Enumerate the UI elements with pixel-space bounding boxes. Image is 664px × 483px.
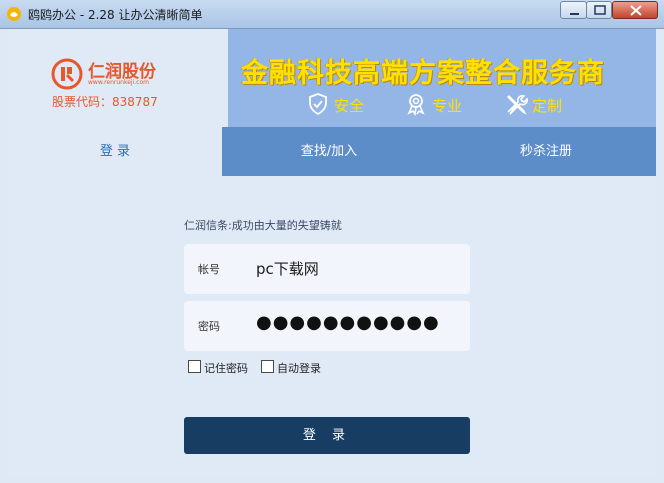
feature-professional-label: 专业 [432,97,463,115]
feature-custom-label: 定制 [532,97,563,115]
window-titlebar: 鸥鸥办公 - 2.28 让办公清晰简单 [0,0,664,29]
company-logo-panel: 仁润股份 www.renrunkeji.com 股票代码：838787 [8,29,228,127]
tab-login[interactable]: 登 录 [8,127,222,176]
account-field[interactable]: 帐号 pc下载网 [184,244,470,294]
minimize-button[interactable] [560,1,587,19]
tab-find-join[interactable]: 查找/加入 [222,127,436,176]
company-motto: 仁润信条:成功由大量的失望铸就 [184,219,342,232]
tab-bar: 登 录 查找/加入 秒杀注册 [8,127,656,176]
brand-url: www.renrunkeji.com [88,79,149,86]
shield-check-icon [309,93,327,116]
company-logo-icon [51,58,83,90]
account-input[interactable]: pc下载网 [256,258,319,279]
tab-quick-register[interactable]: 秒杀注册 [436,127,656,176]
feature-security-label: 安全 [334,97,365,115]
login-panel: 仁润信条:成功由大量的失望铸就 帐号 pc下载网 密码 ●●●●●●●●●●● … [8,176,656,476]
maximize-icon [594,5,606,15]
login-button[interactable]: 登 录 [184,417,470,454]
window-title: 鸥鸥办公 - 2.28 让办公清晰简单 [28,8,203,22]
medal-icon [407,94,425,116]
app-logo-icon [7,7,21,21]
wrench-pencil-icon [507,95,528,115]
auto-login-label: 自动登录 [277,362,321,375]
password-field[interactable]: 密码 ●●●●●●●●●●● [184,301,470,351]
account-label: 帐号 [198,263,220,276]
header-banner: 仁润股份 www.renrunkeji.com 股票代码：838787 金融科技… [8,29,656,127]
remember-password-box[interactable] [188,360,201,373]
password-label: 密码 [198,320,220,333]
auto-login-box[interactable] [261,360,274,373]
remember-password-label: 记住密码 [204,362,248,375]
stock-code: 股票代码：838787 [52,95,158,109]
close-button[interactable] [612,1,658,19]
maximize-button[interactable] [586,1,612,19]
close-icon [630,5,642,16]
minimize-icon [570,13,579,15]
banner-slogan: 金融科技高端方案整合服务商 [241,58,605,89]
password-input[interactable]: ●●●●●●●●●●● [256,312,440,333]
